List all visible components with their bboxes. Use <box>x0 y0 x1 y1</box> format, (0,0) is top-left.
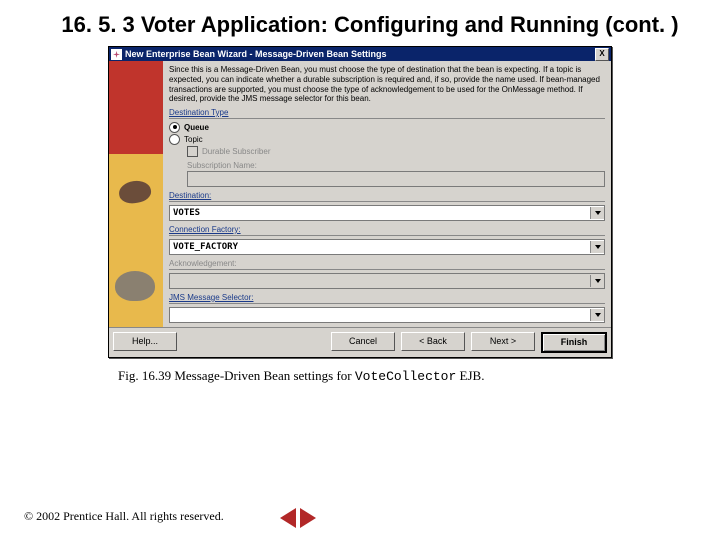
caption-suffix: EJB. <box>456 368 484 383</box>
subscription-name-input <box>187 171 605 187</box>
radio-queue-row[interactable]: Queue <box>169 122 605 133</box>
connection-factory-combo[interactable]: VOTE_FACTORY <box>169 239 605 255</box>
radio-topic-row[interactable]: Topic <box>169 134 605 145</box>
caption-prefix: Fig. 16.39 Message-Driven Bean settings … <box>118 368 355 383</box>
caption-code: VoteCollector <box>355 369 456 384</box>
wizard-side-graphic <box>109 61 163 326</box>
next-button[interactable]: Next > <box>471 332 535 351</box>
wizard-dialog: New Enterprise Bean Wizard - Message-Dri… <box>108 46 612 357</box>
radio-queue-label: Queue <box>184 123 209 132</box>
connection-factory-label[interactable]: Connection Factory: <box>169 225 605 234</box>
subscription-name-label: Subscription Name: <box>187 161 605 170</box>
chevron-down-icon[interactable] <box>590 309 604 321</box>
chevron-down-icon <box>590 275 604 287</box>
durable-row: Durable Subscriber <box>187 146 605 157</box>
acknowledgement-label: Acknowledgement: <box>169 259 605 268</box>
help-button[interactable]: Help... <box>113 332 177 351</box>
destination-label[interactable]: Destination: <box>169 191 605 200</box>
divider <box>169 269 605 270</box>
bean-icon <box>118 179 153 205</box>
app-icon <box>111 49 122 60</box>
radio-queue[interactable] <box>169 122 180 133</box>
footer-copyright: © 2002 Prentice Hall. All rights reserve… <box>24 509 224 524</box>
instructions-text: Since this is a Message-Driven Bean, you… <box>169 65 605 103</box>
bean-icon <box>115 271 155 301</box>
back-button[interactable]: < Back <box>401 332 465 351</box>
prev-slide-button[interactable] <box>280 508 296 528</box>
durable-checkbox <box>187 146 198 157</box>
connection-factory-value: VOTE_FACTORY <box>170 242 590 252</box>
slide-title: 16. 5. 3 Voter Application: Configuring … <box>0 0 720 44</box>
next-slide-button[interactable] <box>300 508 316 528</box>
button-row: Help... Cancel < Back Next > Finish <box>109 327 611 357</box>
divider <box>169 201 605 202</box>
acknowledgement-combo <box>169 273 605 289</box>
close-button[interactable]: X <box>595 48 609 61</box>
divider <box>169 118 605 119</box>
copyright-text: © 2002 Prentice Hall. All rights reserve… <box>24 509 224 524</box>
figure: New Enterprise Bean Wizard - Message-Dri… <box>108 46 612 357</box>
jms-selector-label[interactable]: JMS Message Selector: <box>169 293 605 302</box>
titlebar: New Enterprise Bean Wizard - Message-Dri… <box>109 47 611 61</box>
radio-topic-label: Topic <box>184 135 203 144</box>
dialog-title: New Enterprise Bean Wizard - Message-Dri… <box>125 49 595 59</box>
chevron-down-icon[interactable] <box>590 241 604 253</box>
divider <box>169 303 605 304</box>
jms-selector-combo[interactable] <box>169 307 605 323</box>
dialog-body: Since this is a Message-Driven Bean, you… <box>109 61 611 326</box>
divider <box>169 235 605 236</box>
destination-combo[interactable]: VOTES <box>169 205 605 221</box>
cancel-button[interactable]: Cancel <box>331 332 395 351</box>
radio-topic[interactable] <box>169 134 180 145</box>
slide-nav <box>280 508 316 528</box>
finish-button[interactable]: Finish <box>541 332 607 353</box>
spacer <box>183 332 325 353</box>
destination-type-label[interactable]: Destination Type <box>169 108 605 117</box>
durable-label: Durable Subscriber <box>202 147 270 156</box>
form-area: Since this is a Message-Driven Bean, you… <box>163 61 611 326</box>
figure-caption: Fig. 16.39 Message-Driven Bean settings … <box>118 368 720 384</box>
chevron-down-icon[interactable] <box>590 207 604 219</box>
destination-value: VOTES <box>170 208 590 218</box>
